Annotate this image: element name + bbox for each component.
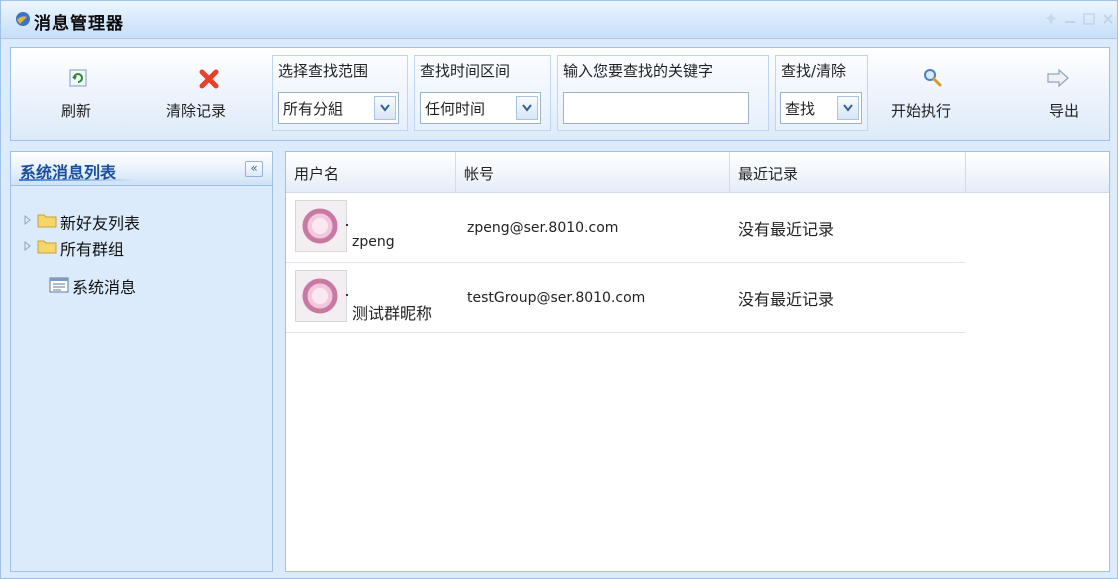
column-header-username[interactable]: 用户名 [286,152,456,193]
toolbar: 刷新 清除记录 选择查找范围 所有分組 查找时间区间 任何时间 输入您要查找的关… [10,47,1110,141]
mode-select[interactable]: 查找 [780,92,862,124]
message-list-icon [49,277,69,293]
start-execute-button[interactable]: 开始执行 [879,48,969,140]
start-execute-label: 开始执行 [891,102,952,120]
sidebar-item-system-messages[interactable]: 系统消息 [49,274,189,297]
clear-records-label: 清除记录 [166,102,227,120]
separator-dot [346,294,348,296]
sidebar-item-label: 新好友列表 [60,214,141,233]
sidebar-header: 系统消息列表 « [11,152,272,186]
pin-icon[interactable] [1043,11,1059,27]
scope-select[interactable]: 所有分組 [278,92,399,124]
clear-x-icon [199,69,219,89]
sidebar-item-label: 系统消息 [72,278,137,297]
recent-record-cell: 没有最近记录 [738,290,835,309]
mode-value: 查找 [785,100,816,118]
clear-records-button[interactable]: 清除记录 [156,48,246,140]
column-header-account[interactable]: 帐号 [456,152,730,193]
close-icon[interactable] [1100,11,1116,27]
table-row[interactable]: zpeng zpeng@ser.8010.com 没有最近记录 [286,194,965,263]
time-range-select[interactable]: 任何时间 [420,92,541,124]
refresh-label: 刷新 [61,102,92,120]
scope-group: 选择查找范围 所有分組 [272,55,408,131]
message-manager-window: 消息管理器 刷新 清除记录 选择查找范围 所有分組 查找时间区间 任何时间 输入… [0,0,1118,579]
contact-grid: 用户名 帐号 最近记录 zpeng zpeng@ser.8010.com 没有最… [285,151,1110,572]
chevron-down-icon[interactable] [837,96,859,120]
separator-dot [346,224,348,226]
minimize-icon[interactable] [1062,11,1078,27]
chevron-down-icon[interactable] [516,96,538,120]
avatar [295,270,347,322]
time-range-label: 查找时间区间 [420,62,511,80]
window-title: 消息管理器 [34,14,124,34]
time-range-value: 任何时间 [425,100,486,118]
keyword-label: 输入您要查找的关键字 [563,62,714,80]
account-cell: zpeng@ser.8010.com [467,220,619,236]
avatar [295,200,347,252]
export-arrow-icon [1047,68,1069,88]
folder-icon [37,240,57,254]
table-row[interactable]: 测试群昵称 testGroup@ser.8010.com 没有最近记录 [286,264,965,333]
collapse-sidebar-button[interactable]: « [245,161,263,177]
scope-label: 选择查找范围 [278,62,369,80]
maximize-icon[interactable] [1081,11,1097,27]
recent-record-cell: 没有最近记录 [738,220,835,239]
scope-value: 所有分組 [283,100,344,118]
double-chevron-left-icon: « [250,161,258,175]
username-cell: 测试群昵称 [352,304,433,323]
account-cell: testGroup@ser.8010.com [467,290,646,306]
chevron-down-icon[interactable] [374,96,396,120]
export-button[interactable]: 导出 [1021,48,1101,140]
username-cell: zpeng [352,234,395,250]
keyword-group: 输入您要查找的关键字 [557,55,769,131]
expand-arrow-icon[interactable] [23,215,33,225]
sidebar-item-new-friends[interactable]: 新好友列表 [23,210,183,233]
sidebar-item-all-groups[interactable]: 所有群组 [23,236,183,259]
folder-icon [37,214,57,228]
search-icon [924,69,942,87]
refresh-icon [69,69,87,87]
title-underline [19,179,135,181]
time-range-group: 查找时间区间 任何时间 [414,55,551,131]
keyword-input[interactable] [563,92,749,124]
column-header-recent[interactable]: 最近记录 [730,152,966,193]
refresh-button[interactable]: 刷新 [25,48,95,140]
export-label: 导出 [1049,102,1080,120]
mode-label: 查找/清除 [781,62,847,80]
mode-group: 查找/清除 查找 [775,55,868,131]
app-logo-icon [16,12,30,26]
expand-arrow-icon[interactable] [23,241,33,251]
grid-header: 用户名 帐号 最近记录 [286,152,1109,193]
title-bar[interactable]: 消息管理器 [1,1,1117,39]
sidebar-item-label: 所有群组 [60,240,125,259]
system-message-sidebar: 系统消息列表 « 新好友列表 所有群组 系统消息 [10,151,273,572]
